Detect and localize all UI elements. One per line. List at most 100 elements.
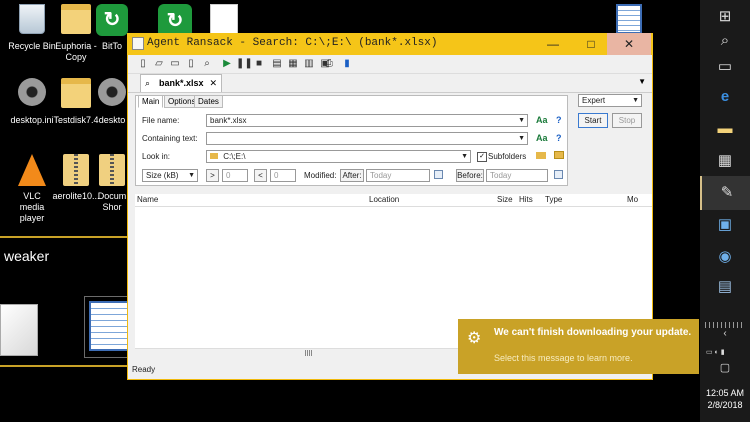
play-icon[interactable]: ▶	[220, 57, 234, 70]
less-than-button[interactable]: <	[254, 169, 267, 182]
mode-select[interactable]: Expert ▼	[578, 94, 642, 107]
desktop-icon-documents[interactable]: Docum Shor	[94, 154, 130, 213]
stop-button[interactable]: Stop	[612, 113, 642, 128]
column-size[interactable]: Size	[497, 195, 513, 204]
network-window-icon[interactable]: ▣	[700, 208, 750, 242]
calendar-icon[interactable]	[434, 170, 443, 179]
folder-icon	[210, 153, 218, 159]
containing-text-input[interactable]: ▼	[206, 132, 528, 145]
column-name[interactable]: Name	[137, 195, 158, 204]
desktop-icon-deskto[interactable]: deskto	[92, 78, 132, 126]
file-explorer-icon[interactable]: ▬	[700, 112, 750, 146]
after-button[interactable]: After:	[340, 169, 364, 182]
file-name-input[interactable]: bank*.xlsx ▼	[206, 114, 528, 127]
search-criteria-panel: Main Options Dates File name: bank*.xlsx…	[135, 95, 568, 186]
agent-ransack-taskbar-icon[interactable]: ✎	[700, 176, 750, 210]
folder-icon	[61, 4, 91, 34]
notepad-desktop-icon[interactable]	[616, 4, 642, 34]
add-folder-icon[interactable]	[554, 151, 564, 159]
after-date-input[interactable]: Today	[366, 169, 430, 182]
before-button[interactable]: Before:	[456, 169, 484, 182]
greater-than-button[interactable]: >	[206, 169, 219, 182]
chevron-down-icon: ▼	[518, 117, 525, 124]
column-type[interactable]: Type	[545, 195, 562, 204]
column-modified[interactable]: Mo	[627, 195, 638, 204]
action-center-icon[interactable]: ▢	[700, 358, 750, 378]
calendar-icon[interactable]	[554, 170, 563, 179]
subfolders-checkbox[interactable]: ✓	[477, 152, 487, 162]
toast-subtitle: Select this message to learn more.	[494, 353, 633, 363]
system-tray-icons[interactable]: ▭ ◐ ▮	[706, 348, 746, 356]
start-button[interactable]: Start	[578, 113, 608, 128]
tab-main[interactable]: Main	[138, 95, 164, 108]
zip-folder-icon	[99, 154, 125, 186]
edge-icon[interactable]: e	[700, 80, 750, 114]
scroll-grip-icon[interactable]	[305, 350, 313, 356]
before-date-input[interactable]: Today	[486, 169, 548, 182]
size-min-input[interactable]: 0	[222, 169, 248, 182]
desktop-icon-label: Docum Shor	[97, 191, 127, 212]
desktop-icon-label: BitTo	[101, 41, 122, 51]
document-tab[interactable]: ⌕ bank*.xlsx ✕	[140, 74, 222, 92]
results-header: Name Location Size Hits Type Mo	[135, 194, 652, 207]
containing-text-label: Containing text:	[142, 134, 198, 143]
size-select-value: Size (kB)	[146, 171, 179, 180]
pause-icon[interactable]: ❚❚	[236, 57, 253, 70]
close-button[interactable]: ✕	[607, 33, 651, 55]
toolbar: ▯ ▱ ▭ ▯ ⌕ ▶ ❚❚ ■ ▤ ▦ ▥ ▣ ⎙ ▮	[128, 55, 652, 74]
tab-close-icon[interactable]: ✕	[209, 75, 217, 92]
chevron-left-icon[interactable]: ‹	[700, 326, 750, 342]
document-tab-strip: ⌕ bank*.xlsx ✕ ▼	[128, 74, 652, 93]
new-doc-icon[interactable]: ▯	[184, 57, 198, 70]
column-location[interactable]: Location	[369, 195, 399, 204]
search-icon: ⌕	[145, 78, 151, 88]
size-max-input[interactable]: 0	[270, 169, 296, 182]
desktop-icon-bittorrent[interactable]: ↻ BitTo	[92, 4, 132, 52]
browse-folder-icon[interactable]	[536, 152, 546, 159]
mode-select-value: Expert	[582, 96, 606, 105]
document-tab-label: bank*.xlsx	[159, 78, 204, 88]
desktop-icon-label: deskto	[98, 115, 126, 125]
task-view-icon[interactable]: ▭	[700, 50, 750, 84]
file-name-label: File name:	[142, 116, 180, 125]
new-search-icon[interactable]: ▭	[168, 57, 182, 70]
clock-time[interactable]: 12:05 AM	[700, 388, 750, 399]
modified-label: Modified:	[304, 171, 337, 180]
vlc-icon	[18, 154, 46, 186]
column-hits[interactable]: Hits	[519, 195, 533, 204]
help-book-icon[interactable]: ▮	[340, 57, 354, 70]
help-icon[interactable]: ?	[556, 133, 562, 143]
case-sensitive-button[interactable]: Aa	[536, 133, 548, 143]
layout2-icon[interactable]: ▦	[286, 57, 300, 70]
preview-title: weaker	[4, 248, 50, 264]
layout-icon[interactable]: ▤	[270, 57, 284, 70]
zip-folder-icon	[63, 154, 89, 186]
horizontal-scrollbar[interactable]	[135, 348, 505, 358]
toast-title: We can't finish downloading your update.	[494, 327, 692, 338]
chevron-down-icon: ▼	[188, 172, 195, 179]
title-bar[interactable]: Agent Ransack - Search: C:\;E:\ (bank*.x…	[127, 33, 653, 55]
media-icon[interactable]: ◉	[700, 240, 750, 274]
open-icon[interactable]: ▱	[152, 57, 166, 70]
store-icon[interactable]: ▦	[700, 144, 750, 178]
new-icon[interactable]: ▯	[136, 57, 150, 70]
find-icon[interactable]: ⌕	[200, 57, 214, 70]
print-icon[interactable]: ⎙	[322, 57, 336, 70]
update-toast[interactable]: ⚙ We can't finish downloading your updat…	[458, 319, 699, 374]
window-title: Agent Ransack - Search: C:\;E:\ (bank*.x…	[147, 37, 438, 49]
tab-dates[interactable]: Dates	[194, 95, 223, 108]
size-select[interactable]: Size (kB) ▼	[142, 169, 198, 182]
stop-icon[interactable]: ■	[252, 57, 266, 70]
tab-overflow-chevron-icon[interactable]: ▼	[638, 77, 646, 86]
folder-icon	[61, 78, 91, 108]
taskbar-thumbnail-preview[interactable]: weaker	[0, 236, 148, 367]
monitor-icon[interactable]: ▤	[700, 270, 750, 304]
layout3-icon[interactable]: ▥	[302, 57, 316, 70]
bittorrent-icon: ↻	[96, 4, 128, 36]
case-sensitive-button[interactable]: Aa	[536, 115, 548, 125]
help-icon[interactable]: ?	[556, 115, 562, 125]
gear-icon: ⚙	[467, 330, 482, 347]
recycle-bin-icon	[19, 4, 45, 34]
clock-date[interactable]: 2/8/2018	[700, 400, 750, 411]
look-in-input[interactable]: C:\;E:\ ▼	[206, 150, 471, 163]
